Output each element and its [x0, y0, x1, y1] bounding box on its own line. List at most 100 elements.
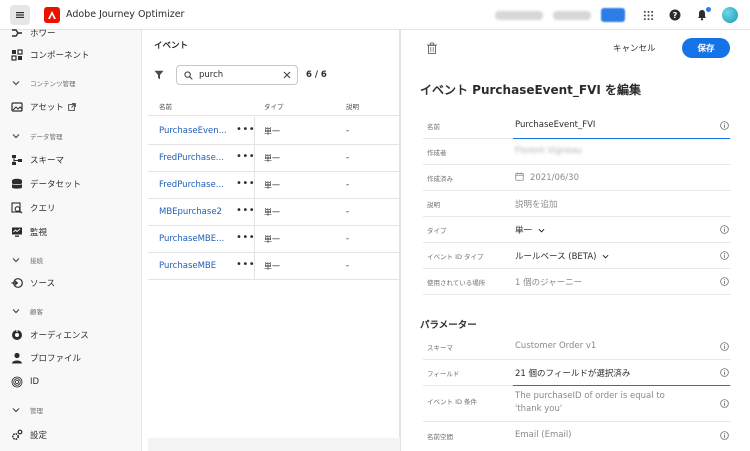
sidebar-item-10[interactable]: ソース	[0, 272, 142, 294]
event-name-link[interactable]: FredPurchase...	[159, 180, 224, 190]
field-created-at: 作成済み 2021/06/30	[423, 165, 731, 191]
table-row[interactable]: PurchaseEven... ••• 単一 -	[148, 117, 400, 145]
apps-grid-button[interactable]	[641, 8, 655, 22]
sidebar-item-label: ソース	[30, 279, 56, 289]
info-icon[interactable]	[720, 431, 729, 440]
table-row[interactable]: FredPurchase... ••• 単一 -	[148, 144, 400, 172]
search-field[interactable]: purch	[176, 65, 298, 85]
adobe-icon	[48, 10, 56, 19]
table-row[interactable]: PurchaseMBE ••• 単一 -	[148, 252, 400, 280]
info-icon[interactable]	[720, 277, 729, 286]
fields-value[interactable]: 21 個のフィールドが選択済み	[515, 367, 630, 379]
event-id-type-select[interactable]: ルールベース (BETA)	[515, 250, 609, 262]
info-icon[interactable]	[720, 368, 729, 377]
app-title: Adobe Journey Optimizer	[66, 9, 185, 20]
delete-icon[interactable]	[426, 42, 438, 54]
field-label: イベント ID 条件	[427, 398, 478, 406]
sidebar-item-0[interactable]: ホワー	[0, 22, 142, 44]
more-actions-icon[interactable]: •••	[236, 232, 255, 243]
sidebar-item-7[interactable]: クエリ	[0, 197, 142, 219]
namespace-value: Email (Email)	[515, 430, 572, 440]
event-description: -	[346, 153, 350, 163]
event-type: 単一	[264, 208, 280, 217]
field-description[interactable]: 説明 説明を追加	[423, 191, 731, 217]
sidebar-section-4[interactable]: データ管理	[0, 125, 142, 147]
chevron-down-icon	[12, 81, 20, 86]
event-description: -	[346, 234, 350, 244]
used-in-value[interactable]: 1 個のジャーニー	[515, 276, 582, 288]
table-header: 名前 タイプ 説明	[148, 92, 400, 116]
org-info-redacted	[495, 10, 543, 20]
sidebar-item-label: コンポーネント	[30, 51, 90, 61]
events-list-card: イベント purch 6 / 6 名前 タイプ 説明 PurchaseEven.…	[148, 30, 400, 438]
event-name-link[interactable]: PurchaseMBE...	[159, 234, 224, 244]
sidebar-item-14[interactable]: ID	[0, 371, 142, 393]
created-by-value: Florent Vigneau	[515, 146, 583, 156]
cancel-button[interactable]: キャンセル	[613, 42, 656, 54]
sidebar-item-6[interactable]: データセット	[0, 173, 142, 195]
field-name[interactable]: 名前 PurchaseEvent_FVI	[423, 113, 731, 139]
condition-value[interactable]: The purchaseID of order is equal to 'than…	[515, 390, 665, 416]
org-switcher[interactable]	[601, 8, 625, 22]
more-actions-icon[interactable]: •••	[236, 178, 255, 189]
table-row[interactable]: FredPurchase... ••• 単一 -	[148, 171, 400, 199]
filter-icon[interactable]	[154, 70, 164, 80]
param-event-id-condition[interactable]: イベント ID 条件 The purchaseID of order is eq…	[423, 386, 731, 422]
sidebar-item-3[interactable]: アセット	[0, 96, 142, 118]
search-input[interactable]: purch	[199, 70, 283, 80]
table-row[interactable]: MBEpurchase2 ••• 単一 -	[148, 198, 400, 226]
column-header-name[interactable]: 名前	[159, 101, 172, 111]
sidebar-section-label: 顧客	[30, 308, 43, 316]
more-actions-icon[interactable]: •••	[236, 124, 255, 135]
field-label: 使用されている場所	[427, 279, 486, 287]
parameters-section-title: パラメーター	[420, 320, 477, 331]
sidebar-item-1[interactable]: コンポーネント	[0, 44, 142, 66]
sidebar-section-2[interactable]: コンテンツ管理	[0, 72, 142, 94]
sidebar-section-11[interactable]: 顧客	[0, 300, 142, 322]
sidebar-section-15[interactable]: 管理	[0, 399, 142, 421]
info-icon[interactable]	[720, 342, 729, 351]
user-avatar[interactable]	[722, 7, 738, 23]
field-created-by: 作成者 Florent Vigneau	[423, 139, 731, 165]
components-icon	[11, 49, 23, 61]
column-header-description[interactable]: 説明	[346, 101, 359, 111]
sidebar: ホワー コンポーネント コンテンツ管理 アセット データ管理 スキーマ データセット クエリ監…	[0, 29, 142, 451]
sidebar-section-9[interactable]: 接続	[0, 249, 142, 271]
type-select[interactable]: 単一	[515, 224, 545, 236]
sidebar-item-5[interactable]: スキーマ	[0, 149, 142, 171]
save-button[interactable]: 保存	[682, 38, 730, 58]
event-name-link[interactable]: PurchaseMBE	[159, 261, 216, 271]
event-type: 単一	[264, 154, 280, 163]
event-name-link[interactable]: FredPurchase...	[159, 153, 224, 163]
sidebar-item-label: クエリ	[30, 204, 56, 214]
more-actions-icon[interactable]: •••	[236, 151, 255, 162]
param-fields[interactable]: フィールド 21 個のフィールドが選択済み	[423, 360, 731, 386]
column-header-type[interactable]: タイプ	[264, 101, 284, 111]
info-icon[interactable]	[720, 399, 729, 408]
sidebar-item-label: アセット	[30, 103, 64, 113]
more-actions-icon[interactable]: •••	[236, 205, 255, 216]
sidebar-item-8[interactable]: 監視	[0, 221, 142, 243]
event-name-link[interactable]: PurchaseEven...	[159, 126, 227, 136]
name-input[interactable]: PurchaseEvent_FVI	[515, 120, 595, 130]
field-label: 名前空間	[427, 433, 453, 441]
adobe-logo[interactable]	[44, 6, 60, 23]
field-label: タイプ	[427, 227, 447, 235]
field-type[interactable]: タイプ 単一	[423, 217, 731, 243]
help-button[interactable]: ?	[668, 8, 682, 22]
info-icon[interactable]	[720, 121, 729, 130]
event-description: -	[346, 126, 350, 136]
event-name-link[interactable]: MBEpurchase2	[159, 207, 222, 217]
notifications-button[interactable]	[695, 6, 712, 22]
sidebar-item-12[interactable]: オーディエンス	[0, 324, 142, 346]
more-actions-icon[interactable]: •••	[236, 259, 255, 270]
sidebar-item-13[interactable]: プロファイル	[0, 347, 142, 369]
info-icon[interactable]	[720, 225, 729, 234]
sidebar-item-16[interactable]: 設定	[0, 424, 142, 446]
chevron-down-icon	[12, 408, 20, 413]
field-event-id-type[interactable]: イベント ID タイプ ルールベース (BETA)	[423, 243, 731, 269]
clear-icon[interactable]	[283, 71, 291, 79]
table-row[interactable]: PurchaseMBE... ••• 単一 -	[148, 225, 400, 253]
info-icon[interactable]	[720, 251, 729, 260]
description-input[interactable]: 説明を追加	[515, 198, 558, 210]
